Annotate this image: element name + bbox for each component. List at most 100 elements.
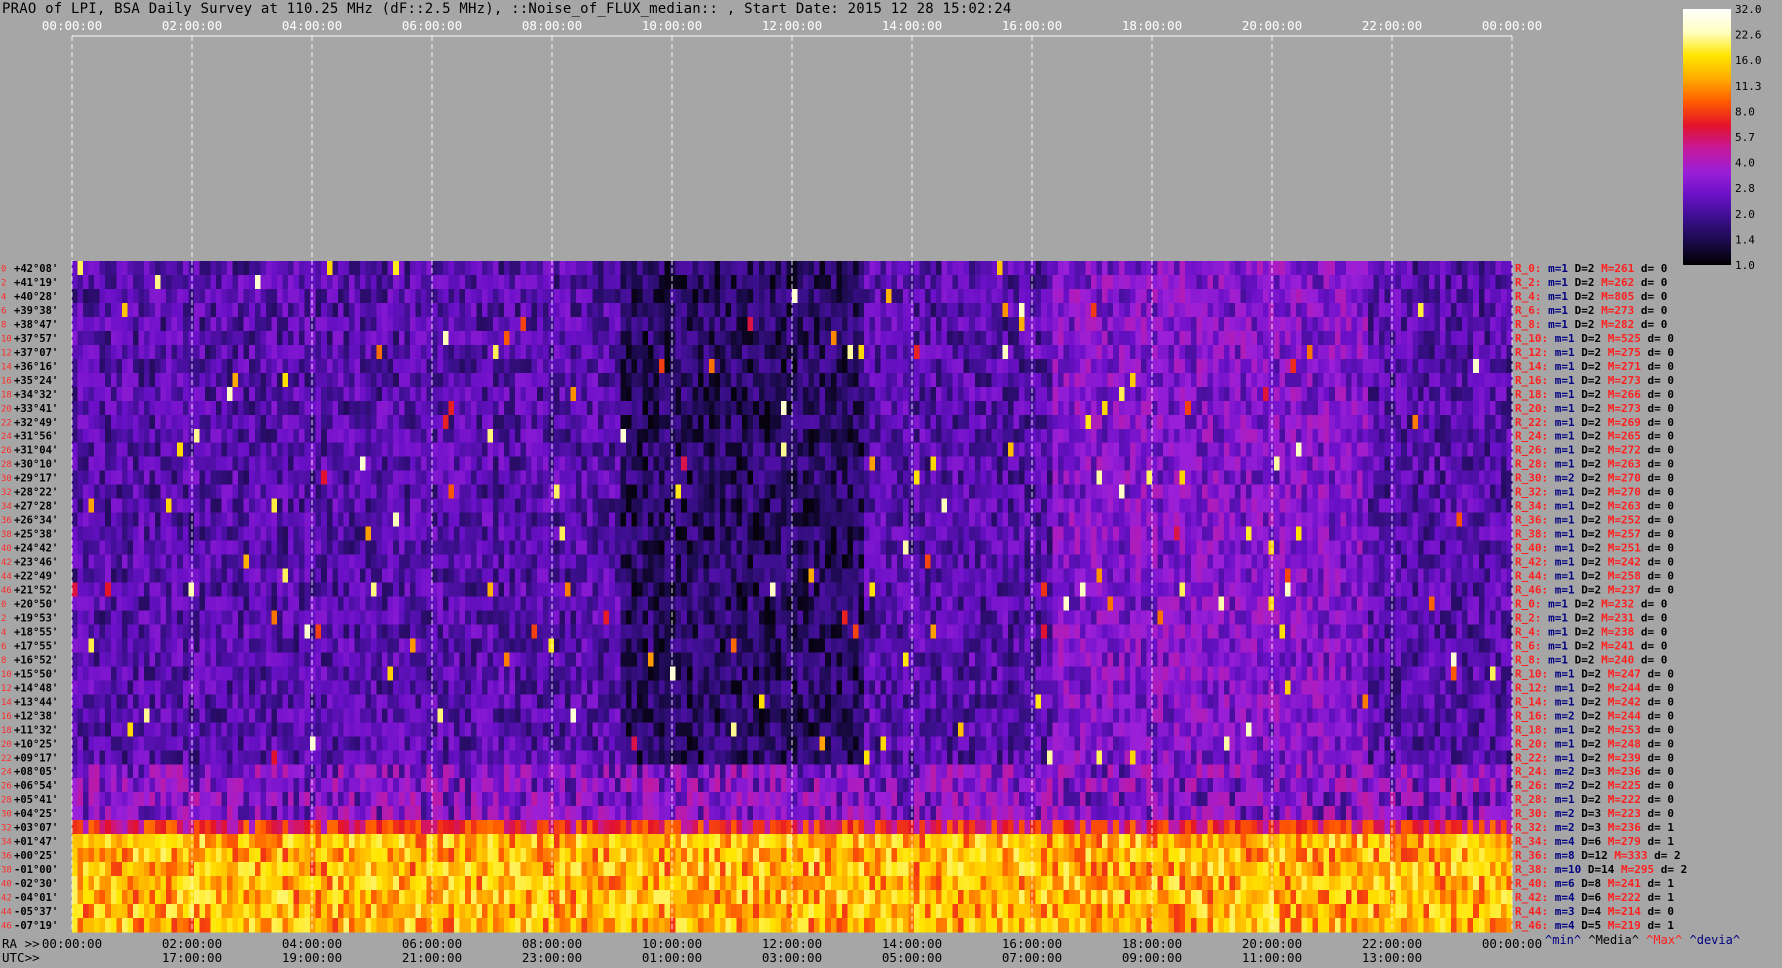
heatmap-cell [1334, 358, 1341, 374]
heatmap-cell [409, 484, 416, 500]
heatmap-cell [465, 442, 472, 458]
heatmap-cell [803, 372, 810, 388]
heatmap-cell [936, 316, 943, 332]
heatmap-cell [797, 484, 804, 500]
heatmap-cell [703, 386, 710, 402]
heatmap-cell [1246, 288, 1253, 304]
heatmap-cell [1284, 274, 1292, 290]
heatmap-cell [664, 386, 671, 402]
heatmap-cell [1068, 288, 1076, 304]
heatmap-cell [276, 358, 284, 374]
heatmap-cell [138, 428, 145, 444]
heatmap-cell [1417, 261, 1424, 276]
heatmap-cell [553, 372, 560, 388]
heatmap-cell [260, 302, 267, 318]
heatmap-cell [88, 261, 95, 276]
heatmap-cell [1268, 456, 1275, 472]
heatmap-cell [1318, 372, 1325, 388]
heatmap-cell [614, 261, 621, 276]
heatmap-cell [1257, 400, 1264, 416]
heatmap-cell [110, 442, 117, 458]
heatmap-cell [736, 288, 743, 304]
heatmap-cell [1257, 261, 1264, 276]
heatmap-cell [553, 386, 560, 402]
heatmap-cell [1140, 512, 1148, 528]
heatmap-cell [581, 512, 588, 528]
heatmap-cell [260, 358, 267, 374]
heatmap-cell [1334, 372, 1341, 388]
heatmap-cell [393, 498, 400, 514]
heatmap-cell [1030, 484, 1037, 500]
heatmap-cell [880, 372, 887, 388]
heatmap-cell [387, 274, 394, 290]
heatmap-cell [465, 344, 472, 360]
heatmap-cell [260, 484, 267, 500]
heatmap-cell [254, 498, 261, 514]
heatmap-cell [963, 330, 970, 346]
heatmap-cell [121, 456, 128, 472]
heatmap-cell [1240, 428, 1247, 444]
heatmap-cell [1052, 498, 1059, 514]
heatmap-cell [1052, 470, 1059, 486]
heatmap-cell [393, 261, 400, 276]
heatmap-cell [1157, 274, 1164, 290]
heatmap-cell [1196, 344, 1203, 360]
heatmap-cell [94, 274, 101, 290]
heatmap-cell [1500, 316, 1508, 332]
heatmap-cell [132, 526, 140, 542]
heatmap-cell [869, 442, 876, 458]
heatmap-cell [714, 330, 721, 346]
heatmap-cell [1102, 442, 1109, 458]
heatmap-cell [1318, 470, 1325, 486]
heatmap-cell [210, 456, 217, 472]
heatmap-cell [1345, 428, 1352, 444]
heatmap-cell [841, 414, 848, 430]
heatmap-cell [1013, 484, 1020, 500]
heatmap-cell [686, 498, 693, 514]
heatmap-cell [1024, 302, 1031, 318]
heatmap-cell [88, 344, 95, 360]
heatmap-cell [83, 288, 90, 304]
heatmap-cell [321, 261, 328, 276]
heatmap-cell [94, 428, 101, 444]
heatmap-cell [576, 470, 583, 486]
heatmap-cell [166, 344, 173, 360]
heatmap-cell [337, 470, 344, 486]
heatmap-cell [1246, 400, 1253, 416]
heatmap-cell [1124, 274, 1131, 290]
heatmap-cell [792, 274, 799, 290]
heatmap-cell [1091, 274, 1098, 290]
heatmap-cell [902, 400, 909, 416]
heatmap-cell [1102, 428, 1109, 444]
heatmap-cell [1406, 442, 1413, 458]
heatmap-cell [675, 344, 682, 360]
heatmap-cell [387, 330, 394, 346]
heatmap-cell [1024, 288, 1031, 304]
heatmap-cell [1440, 330, 1447, 346]
heatmap-cell [1462, 484, 1469, 500]
heatmap-cell [243, 302, 250, 318]
heatmap-cell [348, 386, 356, 402]
heatmap-cell [1019, 386, 1026, 402]
heatmap-cell [182, 470, 189, 486]
heatmap-cell [476, 400, 483, 416]
heatmap-cell [216, 526, 223, 542]
heatmap-cell [509, 442, 516, 458]
heatmap-cell [697, 372, 704, 388]
heatmap-cell [1124, 358, 1131, 374]
heatmap-cell [1080, 288, 1087, 304]
heatmap-cell [182, 400, 189, 416]
heatmap-cell [1284, 261, 1292, 276]
heatmap-cell [598, 470, 605, 486]
heatmap-cell [830, 316, 837, 332]
heatmap-cell [908, 498, 915, 514]
heatmap-cell [753, 414, 760, 430]
heatmap-cell [166, 274, 173, 290]
heatmap-cell [1329, 428, 1336, 444]
heatmap-cell [177, 330, 184, 346]
heatmap-cell [276, 274, 284, 290]
heatmap-cell [1212, 512, 1220, 528]
heatmap-cell [1329, 358, 1336, 374]
heatmap-cell [697, 386, 704, 402]
heatmap-cell [653, 428, 660, 444]
